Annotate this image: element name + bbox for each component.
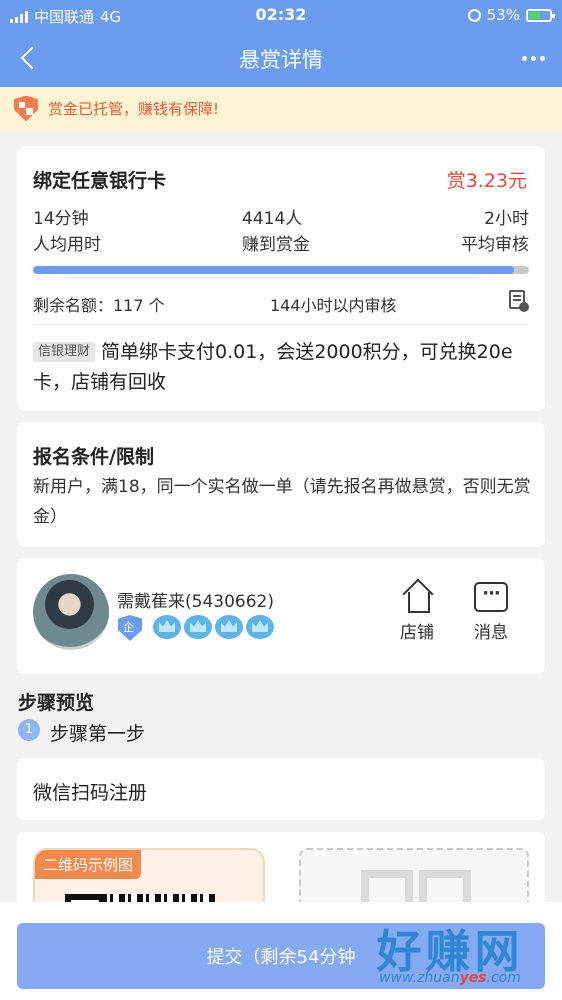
task-description-text: 简单绑卡支付0.01，会送2000积分，可兑换20e卡，店铺有回收 bbox=[33, 341, 513, 393]
publisher-card: 需戴萑来(5430662) 店铺 消息 bbox=[17, 558, 545, 674]
battery-percent: 53% bbox=[486, 6, 520, 24]
dot-icon bbox=[539, 55, 545, 61]
step-label: 步骤第一步 bbox=[50, 723, 146, 745]
task-description: 信银理财 简单绑卡支付0.01，会送2000积分，可兑换20e卡，店铺有回收 bbox=[33, 337, 529, 397]
status-bar: 中国联通 4G 02:32 53% bbox=[0, 0, 562, 30]
dot-icon bbox=[530, 55, 536, 61]
stat-value: 4414人 bbox=[242, 209, 303, 229]
conditions-card: 报名条件/限制 新用户，满18，同一个实名做一单（请先报名再做悬赏，否则无赏金） bbox=[17, 422, 545, 547]
shop-button[interactable]: 店铺 bbox=[389, 582, 445, 643]
nav-bar: 悬赏详情 bbox=[0, 30, 562, 87]
stat-value: 14分钟 bbox=[33, 209, 89, 229]
crown-icon bbox=[246, 615, 274, 639]
conditions-body: 新用户，满18，同一个实名做一单（请先报名再做悬赏，否则无赏金） bbox=[33, 477, 531, 527]
crown-icon bbox=[184, 615, 212, 639]
status-right: 53% bbox=[467, 6, 555, 24]
crown-icon bbox=[153, 615, 181, 639]
stat-label: 人均用时 bbox=[33, 235, 101, 255]
quota-progress-bar bbox=[33, 266, 529, 274]
message-icon bbox=[474, 582, 508, 612]
page-title: 悬赏详情 bbox=[239, 48, 323, 72]
task-reward: 赏3.23元 bbox=[446, 170, 527, 192]
step-instruction: 微信扫码注册 bbox=[33, 782, 148, 804]
watermark-url-prefix: www.zhuan bbox=[379, 970, 460, 986]
watermark-url-highlight: yes bbox=[459, 970, 487, 986]
alarm-icon bbox=[467, 8, 481, 22]
shield-icon bbox=[14, 95, 38, 122]
crown-badges bbox=[153, 615, 274, 639]
battery-icon bbox=[526, 8, 555, 22]
shop-label: 店铺 bbox=[400, 623, 434, 643]
dot-icon bbox=[521, 55, 527, 61]
task-title: 绑定任意银行卡 bbox=[33, 170, 167, 192]
steps-title: 步骤预览 bbox=[18, 692, 95, 714]
escrow-notice-text: 赏金已托管，赚钱有保障! bbox=[48, 100, 220, 118]
avatar[interactable] bbox=[33, 574, 109, 650]
step-number-badge: 1 bbox=[18, 719, 40, 741]
message-button[interactable]: 消息 bbox=[463, 582, 519, 643]
stat-avg-time: 14分钟 人均用时 bbox=[33, 206, 101, 258]
watermark-url-suffix: .com bbox=[486, 970, 521, 986]
enterprise-cert-icon bbox=[118, 615, 142, 641]
task-card: 绑定任意银行卡 赏3.23元 14分钟 人均用时 4414人 赚到赏金 2小时 … bbox=[17, 146, 545, 411]
stat-avg-review: 2小时 平均审核 bbox=[461, 206, 529, 258]
category-tag: 信银理财 bbox=[33, 342, 96, 362]
qr-sample-tag: 二维码示例图 bbox=[35, 850, 142, 879]
conditions-title: 报名条件/限制 bbox=[33, 446, 154, 468]
stat-value: 2小时 bbox=[484, 209, 529, 229]
quota-progress-fill bbox=[33, 266, 515, 274]
step-instruction-card: 微信扫码注册 bbox=[17, 758, 545, 820]
stat-label: 平均审核 bbox=[461, 235, 529, 255]
crown-icon bbox=[215, 615, 243, 639]
stat-label: 赚到赏金 bbox=[242, 235, 310, 255]
escrow-notice: 赏金已托管，赚钱有保障! bbox=[0, 87, 562, 130]
more-options-button[interactable] bbox=[518, 44, 548, 72]
site-watermark: 好赚网 www.zhuanyes.com bbox=[352, 915, 548, 995]
home-icon bbox=[403, 582, 431, 613]
watermark-url: www.zhuanyes.com bbox=[352, 970, 548, 986]
message-label: 消息 bbox=[474, 623, 508, 643]
publisher-name: 需戴萑来(5430662) bbox=[117, 592, 274, 612]
report-icon[interactable] bbox=[509, 290, 529, 312]
divider bbox=[33, 324, 529, 325]
review-limit: 144小时以内审核 bbox=[270, 296, 397, 315]
remaining-quota: 剩余名额：117 个 bbox=[33, 296, 165, 315]
stat-earners: 4414人 赚到赏金 bbox=[242, 206, 310, 258]
